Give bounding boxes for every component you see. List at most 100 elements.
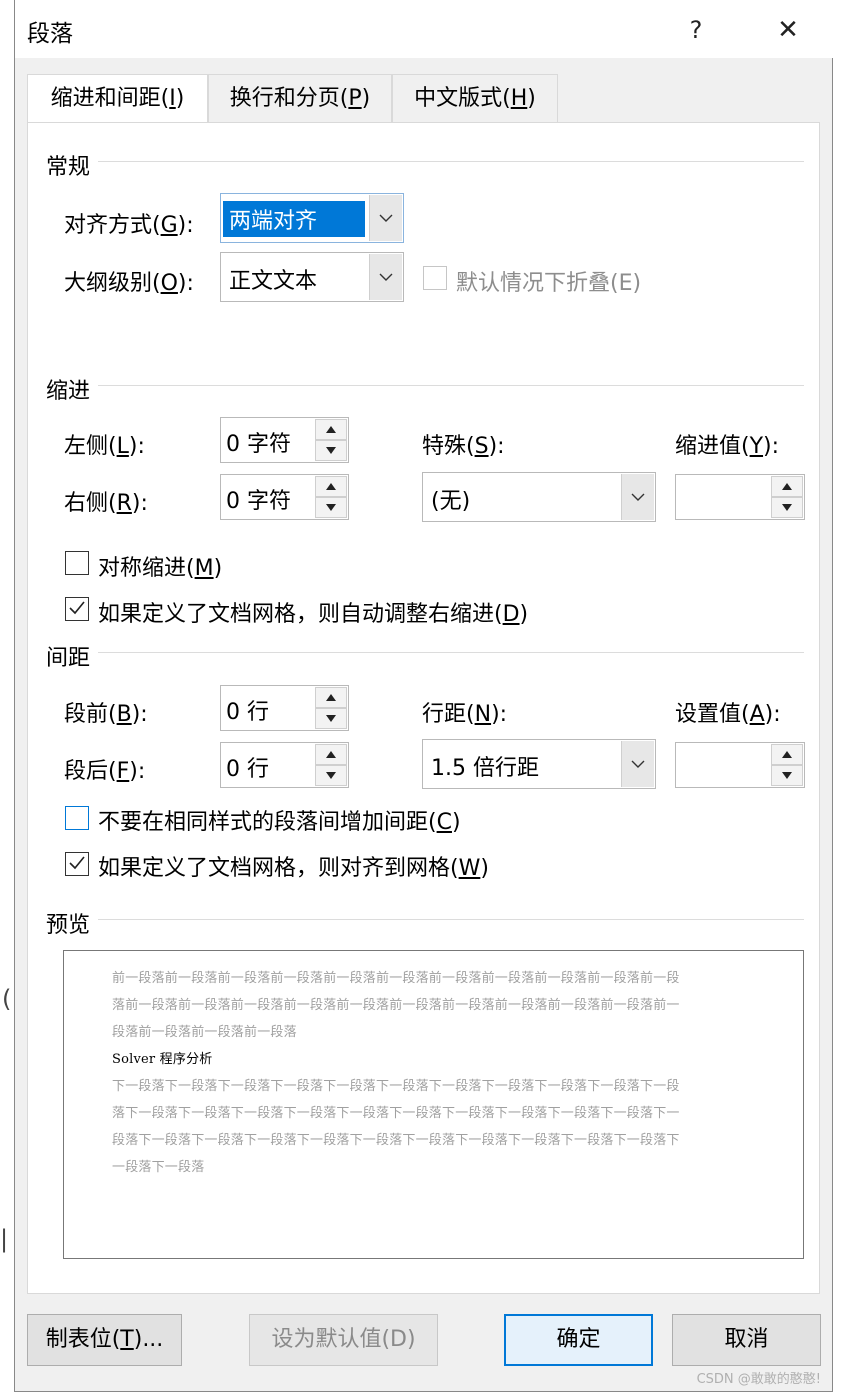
mirror-indents-checkbox[interactable] xyxy=(65,551,89,575)
tab-label-end: ) xyxy=(175,86,185,111)
mirror-indents-label: 对称缩进(M) xyxy=(98,556,223,581)
line-spacing-dropdown-arrow[interactable] xyxy=(621,741,654,787)
spin-down-button[interactable] xyxy=(315,497,347,518)
snap-to-grid-checkbox[interactable] xyxy=(65,852,89,876)
close-icon: ✕ xyxy=(777,15,799,45)
tab-label-end: ) xyxy=(527,86,536,111)
tabs-button[interactable]: 制表位(T)... xyxy=(27,1314,182,1366)
alignment-dropdown-arrow[interactable] xyxy=(369,195,402,241)
ok-button[interactable]: 确定 xyxy=(504,1314,653,1366)
special-indent-label: 特殊(S): xyxy=(422,434,505,459)
no-space-same-style-label: 不要在相同样式的段落间增加间距(C) xyxy=(98,810,461,835)
paragraph-dialog: 段落 ? ✕ 缩进和间距(I) 换行和分页(P) 中文版式(H) 常规 对齐方式… xyxy=(14,0,834,1392)
spin-up-button[interactable] xyxy=(315,476,347,497)
spin-up-button[interactable] xyxy=(315,419,347,440)
outline-dropdown-arrow[interactable] xyxy=(369,254,402,300)
background-glyph: ( xyxy=(2,985,12,1013)
help-button[interactable]: ? xyxy=(673,10,719,50)
help-icon: ? xyxy=(689,16,703,44)
collapse-label: 默认情况下折叠(E) xyxy=(456,271,642,296)
spin-down-button[interactable] xyxy=(315,440,347,461)
spacing-before-label: 段前(B): xyxy=(64,702,148,727)
checkmark-icon xyxy=(69,856,85,870)
triangle-up-icon xyxy=(782,483,792,490)
preview-previous-line: 前一段落前一段落前一段落前一段落前一段落前一段落前一段落前一段落前一段落前一段落… xyxy=(112,971,680,986)
tab-asian-typography[interactable]: 中文版式(H) xyxy=(392,74,558,122)
spacing-at-spinner[interactable] xyxy=(675,742,805,788)
section-title-general: 常规 xyxy=(46,155,91,180)
triangle-down-icon xyxy=(326,504,336,511)
indent-by-label: 缩进值(Y): xyxy=(675,434,780,459)
alignment-value: 两端对齐 xyxy=(223,201,365,237)
close-button[interactable]: ✕ xyxy=(765,10,811,50)
tab-label-end: ) xyxy=(361,86,371,111)
snap-to-grid-label: 如果定义了文档网格，则对齐到网格(W) xyxy=(98,856,489,881)
tab-line-and-page-breaks[interactable]: 换行和分页(P) xyxy=(208,74,392,122)
outline-level-label: 大纲级别(O): xyxy=(64,271,194,296)
cancel-button[interactable]: 取消 xyxy=(672,1314,821,1366)
preview-next-line: 下一段落下一段落下一段落下一段落下一段落下一段落下一段落下一段落下一段落下一段落… xyxy=(112,1079,680,1094)
spin-down-button[interactable] xyxy=(315,708,347,729)
tabs-button-accesskey: T xyxy=(120,1327,134,1352)
section-divider xyxy=(98,652,804,653)
chevron-down-icon xyxy=(379,214,393,222)
indent-left-spinner[interactable]: 0 字符 xyxy=(220,417,349,463)
chevron-down-icon xyxy=(631,760,645,768)
preview-next-line: 段落下一段落下一段落下一段落下一段落下一段落下一段落下一段落下一段落下一段落下一… xyxy=(112,1133,680,1148)
tab-accesskey: H xyxy=(510,86,528,111)
background-glyph: | xyxy=(0,1225,9,1253)
outline-level-value: 正文文本 xyxy=(229,269,318,294)
spin-down-button[interactable] xyxy=(771,497,803,518)
spinner-buttons xyxy=(315,476,347,518)
collapse-checkbox[interactable] xyxy=(423,266,447,290)
preview-previous-line: 落前一段落前一段落前一段落前一段落前一段落前一段落前一段落前一段落前一段落前一段… xyxy=(112,998,680,1013)
triangle-up-icon xyxy=(326,483,336,490)
tab-label: 缩进和间距( xyxy=(50,86,170,111)
line-spacing-label: 行距(N): xyxy=(422,702,508,727)
section-divider xyxy=(98,919,804,920)
spinner-buttons xyxy=(771,476,803,518)
triangle-up-icon xyxy=(782,751,792,758)
special-indent-select[interactable]: (无) xyxy=(422,472,656,522)
no-space-same-style-checkbox[interactable] xyxy=(65,806,89,830)
indent-by-spinner[interactable] xyxy=(675,474,805,520)
tab-indents-and-spacing[interactable]: 缩进和间距(I) xyxy=(27,74,208,124)
section-title-spacing: 间距 xyxy=(46,646,91,671)
preview-box: 前一段落前一段落前一段落前一段落前一段落前一段落前一段落前一段落前一段落前一段落… xyxy=(63,950,804,1259)
auto-adjust-indent-checkbox[interactable] xyxy=(65,597,89,621)
title-bar: 段落 ? ✕ xyxy=(15,0,834,58)
spacing-before-value: 0 行 xyxy=(226,700,269,725)
spin-up-button[interactable] xyxy=(771,476,803,497)
indent-right-label: 右侧(R): xyxy=(64,491,148,516)
spacing-at-label: 设置值(A): xyxy=(675,702,781,727)
indent-right-spinner[interactable]: 0 字符 xyxy=(220,474,349,520)
alignment-select[interactable]: 两端对齐 xyxy=(220,193,404,243)
tab-label: 中文版式( xyxy=(414,86,511,111)
set-as-default-button[interactable]: 设为默认值(D) xyxy=(249,1314,438,1366)
spin-up-button[interactable] xyxy=(315,687,347,708)
section-title-preview: 预览 xyxy=(46,913,91,938)
spacing-before-spinner[interactable]: 0 行 xyxy=(220,685,349,731)
line-spacing-select[interactable]: 1.5 倍行距 xyxy=(422,739,656,789)
special-indent-value: (无) xyxy=(431,489,471,514)
outline-level-select[interactable]: 正文文本 xyxy=(220,252,404,302)
spin-down-button[interactable] xyxy=(315,765,347,786)
spacing-after-value: 0 行 xyxy=(226,757,269,782)
spin-down-button[interactable] xyxy=(771,765,803,786)
section-divider xyxy=(98,161,804,162)
special-dropdown-arrow[interactable] xyxy=(621,474,654,520)
spacing-after-label: 段后(F): xyxy=(64,759,146,784)
alignment-label: 对齐方式(G): xyxy=(64,213,194,238)
spin-up-button[interactable] xyxy=(771,744,803,765)
triangle-down-icon xyxy=(326,772,336,779)
section-title-indentation: 缩进 xyxy=(46,379,91,404)
chevron-down-icon xyxy=(631,493,645,501)
indent-left-label: 左侧(L): xyxy=(64,434,145,459)
triangle-up-icon xyxy=(326,426,336,433)
triangle-up-icon xyxy=(326,694,336,701)
preview-next-line: 一段落下一段落 xyxy=(112,1160,205,1175)
triangle-up-icon xyxy=(326,751,336,758)
watermark: CSDN @敢敢的憨憨! xyxy=(696,1372,821,1387)
spin-up-button[interactable] xyxy=(315,744,347,765)
spacing-after-spinner[interactable]: 0 行 xyxy=(220,742,349,788)
